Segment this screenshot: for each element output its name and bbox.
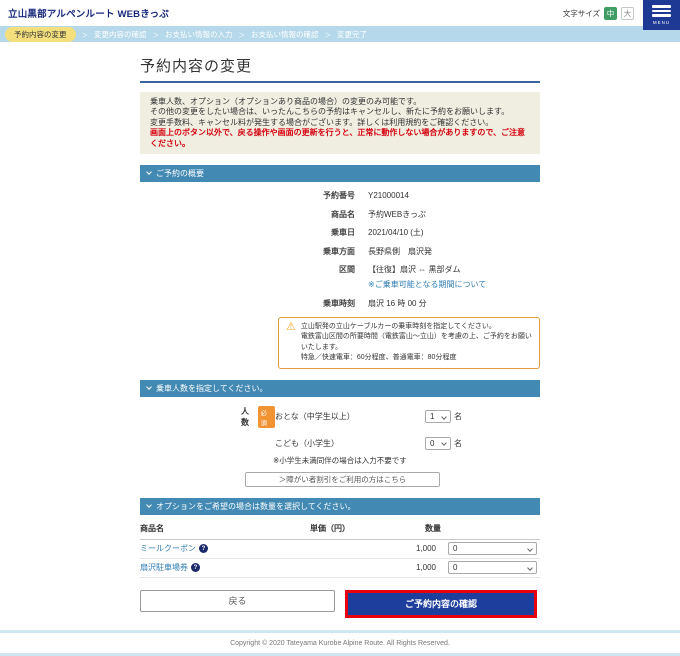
field-label: 区間: [140, 265, 355, 275]
adult-count-select[interactable]: 1: [425, 410, 451, 423]
boarding-time: 扇沢 16 時 00 分: [368, 299, 427, 309]
hamburger-icon: [652, 5, 671, 8]
table-row: ミールクーポン ? 1,000 0: [140, 540, 540, 559]
menu-button-label: MENU: [653, 20, 670, 25]
reservation-number: Y21000014: [368, 191, 409, 201]
notice-box: 乗車人数、オプション（オプションあり商品の場合）の変更のみ可能です。 その他の変…: [140, 92, 540, 154]
meal-coupon-qty-select[interactable]: 0: [448, 542, 537, 555]
options-table: 商品名 単価（円） 数量 ミールクーポン ? 1,000 0 扇沢駐車場券 ? …: [140, 523, 540, 578]
adult-count-row: 人数 必須 おとな（中学生以上） 1 名: [140, 406, 540, 428]
step-separator: ＞: [325, 29, 332, 39]
confirm-reservation-button[interactable]: ご予約内容の確認: [348, 593, 534, 615]
options-table-header: 商品名 単価（円） 数量: [140, 523, 540, 540]
boarding-direction: 長野県側 扇沢発: [368, 247, 432, 257]
adult-label: おとな（中学生以上）: [275, 411, 425, 422]
field-label: 乗車時刻: [140, 299, 355, 309]
action-buttons: 戻る ご予約内容の確認: [140, 590, 540, 618]
notice-line: 変更手数料、キャンセル料が発生する場合がございます。詳しくは利用規約をご確認くだ…: [150, 118, 530, 128]
page-title: 予約内容の変更: [140, 55, 540, 83]
site-logo[interactable]: 立山黒部アルペンルート WEBきっぷ: [8, 6, 169, 20]
step-payment-entry: お支払い情報の入力: [165, 29, 233, 40]
step-confirm-changes: 変更内容の確認: [94, 29, 147, 40]
notice-warning-line: 画面上のボタン以外で、戻る操作や画面の更新を行うと、正常に動作しない場合がありま…: [150, 128, 530, 149]
section-title: オプションをご希望の場合は数量を選択してください。: [156, 501, 356, 512]
field-row: 乗車方面 長野県側 扇沢発: [140, 247, 540, 257]
field-label: 商品名: [140, 210, 355, 220]
step-change-reservation: 予約内容の変更: [5, 27, 76, 42]
section-title: 乗車人数を指定してください。: [156, 383, 268, 394]
table-row: 扇沢駐車場券 ? 1,000 0: [140, 559, 540, 578]
progress-steps: 予約内容の変更 ＞ 変更内容の確認 ＞ お支払い情報の入力 ＞ お支払い情報の確…: [0, 26, 680, 42]
qty-value: 0: [453, 563, 457, 572]
count-label: 人数: [241, 406, 256, 428]
adult-count-value: 1: [430, 412, 434, 421]
section-title: ご予約の概要: [156, 168, 204, 179]
option-price: 1,000: [310, 563, 436, 572]
unit-label: 名: [454, 438, 462, 449]
field-row: 商品名 予約WEBきっぷ: [140, 210, 540, 220]
section-options[interactable]: オプションをご希望の場合は数量を選択してください。: [140, 498, 540, 515]
annotation-highlight: ご予約内容の確認: [345, 590, 537, 618]
field-label: 予約番号: [140, 191, 355, 201]
boarding-date: 2021/04/10 (土): [368, 228, 424, 238]
font-size-medium-button[interactable]: 中: [604, 7, 617, 20]
qty-value: 0: [453, 544, 457, 553]
unit-label: 名: [454, 411, 462, 422]
select-chevron-icon: [527, 565, 533, 571]
field-row: 予約番号 Y21000014: [140, 191, 540, 201]
required-badge: 必須: [258, 406, 275, 428]
section-reservation-summary[interactable]: ご予約の概要: [140, 165, 540, 182]
option-parking-ticket-link[interactable]: 扇沢駐車場券 ?: [140, 562, 310, 573]
field-row: 区間 【往復】扇沢 ⇔ 黒部ダム: [140, 265, 540, 275]
site-header: 立山黒部アルペンルート WEBきっぷ 文字サイズ 中 大: [0, 0, 680, 26]
select-chevron-icon: [527, 546, 533, 552]
child-count-select[interactable]: 0: [425, 437, 451, 450]
chevron-down-icon: [146, 384, 152, 390]
child-count-value: 0: [430, 439, 434, 448]
font-size-label: 文字サイズ: [563, 8, 600, 19]
help-icon[interactable]: ?: [191, 563, 200, 572]
section-passenger-count[interactable]: 乗車人数を指定してください。: [140, 380, 540, 397]
option-price: 1,000: [310, 544, 436, 553]
field-label: 乗車方面: [140, 247, 355, 257]
cablecar-alert-box: ⚠ 立山駅発の立山ケーブルカーの乗車時刻を指定してください。 電鉄富山区間の所要…: [278, 317, 540, 369]
step-separator: ＞: [239, 29, 246, 39]
step-complete: 変更完了: [337, 29, 367, 40]
back-button[interactable]: 戻る: [140, 590, 335, 612]
select-chevron-icon: [441, 414, 447, 420]
field-label: 乗車日: [140, 228, 355, 238]
step-payment-confirm: お支払い情報の確認: [251, 29, 319, 40]
font-size-control: 文字サイズ 中 大: [563, 7, 634, 20]
field-row: 乗車日 2021/04/10 (土): [140, 228, 540, 238]
preschool-note: ※小学生未満同伴の場合は入力不要です: [273, 455, 540, 466]
child-label: こども（小学生）: [275, 438, 425, 449]
footer-divider-bottom: [0, 653, 680, 656]
alert-line: 立山駅発の立山ケーブルカーの乗車時刻を指定してください。: [301, 322, 532, 333]
alert-line: 電鉄富山区間の所要時間（電鉄富山～立山）を考慮の上、ご予約をお願いいたします。: [301, 332, 532, 353]
step-separator: ＞: [82, 29, 89, 39]
boarding-period-link[interactable]: ※ご乗車可能となる期間について: [368, 279, 540, 290]
chevron-down-icon: [146, 502, 152, 508]
field-row: 乗車時刻 扇沢 16 時 00 分: [140, 299, 540, 309]
notice-line: その他の変更をしたい場合は、いったんこちらの予約はキャンセルし、新たに予約をお願…: [150, 107, 530, 117]
select-chevron-icon: [441, 440, 447, 446]
product-name: 予約WEBきっぷ: [368, 210, 426, 220]
chevron-down-icon: [146, 170, 152, 176]
menu-button[interactable]: MENU: [643, 0, 680, 30]
column-quantity: 数量: [425, 523, 441, 534]
column-product-name: 商品名: [140, 523, 310, 534]
step-separator: ＞: [153, 29, 160, 39]
notice-line: 乗車人数、オプション（オプションあり商品の場合）の変更のみ可能です。: [150, 97, 530, 107]
child-count-row: こども（小学生） 0 名: [140, 437, 540, 450]
help-icon[interactable]: ?: [199, 544, 208, 553]
copyright: Copyright © 2020 Tateyama Kurobe Alpine …: [0, 633, 680, 653]
route-section: 【往復】扇沢 ⇔ 黒部ダム: [368, 265, 460, 275]
alert-line: 特急／快速電車：60分程度、普通電車：80分程度: [301, 353, 532, 364]
parking-ticket-qty-select[interactable]: 0: [448, 561, 537, 574]
warning-icon: ⚠: [286, 322, 296, 364]
disability-discount-button[interactable]: ＞障がい者割引をご利用の方はこちら: [245, 472, 440, 487]
font-size-large-button[interactable]: 大: [621, 7, 634, 20]
column-unit-price: 単価（円）: [310, 523, 425, 534]
option-meal-coupon-link[interactable]: ミールクーポン ?: [140, 543, 310, 554]
